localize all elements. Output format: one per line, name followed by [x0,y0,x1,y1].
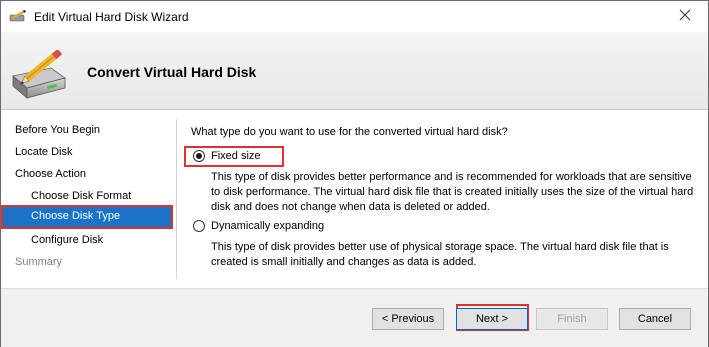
nav-item-choose-disk-type[interactable]: Choose Disk Type [1,205,173,229]
radio-dynamically-expanding[interactable] [193,220,205,232]
nav-item-configure-disk[interactable]: Configure Disk [31,234,103,246]
disk-type-question: What type do you want to use for the con… [191,126,508,138]
cancel-button[interactable]: Cancel [619,308,691,330]
nav-item-before-you-begin[interactable]: Before You Begin [15,124,100,136]
disk-pencil-icon [9,9,27,22]
nav-item-choose-action[interactable]: Choose Action [15,168,86,180]
option-fixed-size-label[interactable]: Fixed size [211,150,261,162]
disk-pencil-icon [7,48,69,102]
previous-button[interactable]: < Previous [372,308,444,330]
fixed-size-description: This type of disk provides better perfor… [211,171,694,213]
dynamically-expanding-description: This type of disk provides better use of… [211,241,669,268]
wizard-header: Convert Virtual Hard Disk [1,32,708,110]
wizard-window: Edit Virtual Hard Disk Wizard Convert Vi… [0,0,709,347]
nav-item-locate-disk[interactable]: Locate Disk [15,146,72,158]
option-dynamically-expanding-label[interactable]: Dynamically expanding [211,220,324,232]
window-title: Edit Virtual Hard Disk Wizard [34,10,189,24]
nav-item-summary: Summary [15,256,63,268]
title-bar: Edit Virtual Hard Disk Wizard [1,1,708,32]
radio-fixed-size[interactable] [193,150,205,162]
nav-divider [176,119,177,279]
close-icon [679,9,691,24]
close-button[interactable] [662,1,708,32]
page-title: Convert Virtual Hard Disk [87,64,257,80]
nav-item-choose-disk-format[interactable]: Choose Disk Format [31,190,131,202]
finish-button: Finish [536,308,608,330]
next-button[interactable]: Next > [456,308,528,330]
option-dynamically-expanding[interactable]: Dynamically expanding [193,220,324,232]
option-fixed-size[interactable]: Fixed size [193,150,261,162]
